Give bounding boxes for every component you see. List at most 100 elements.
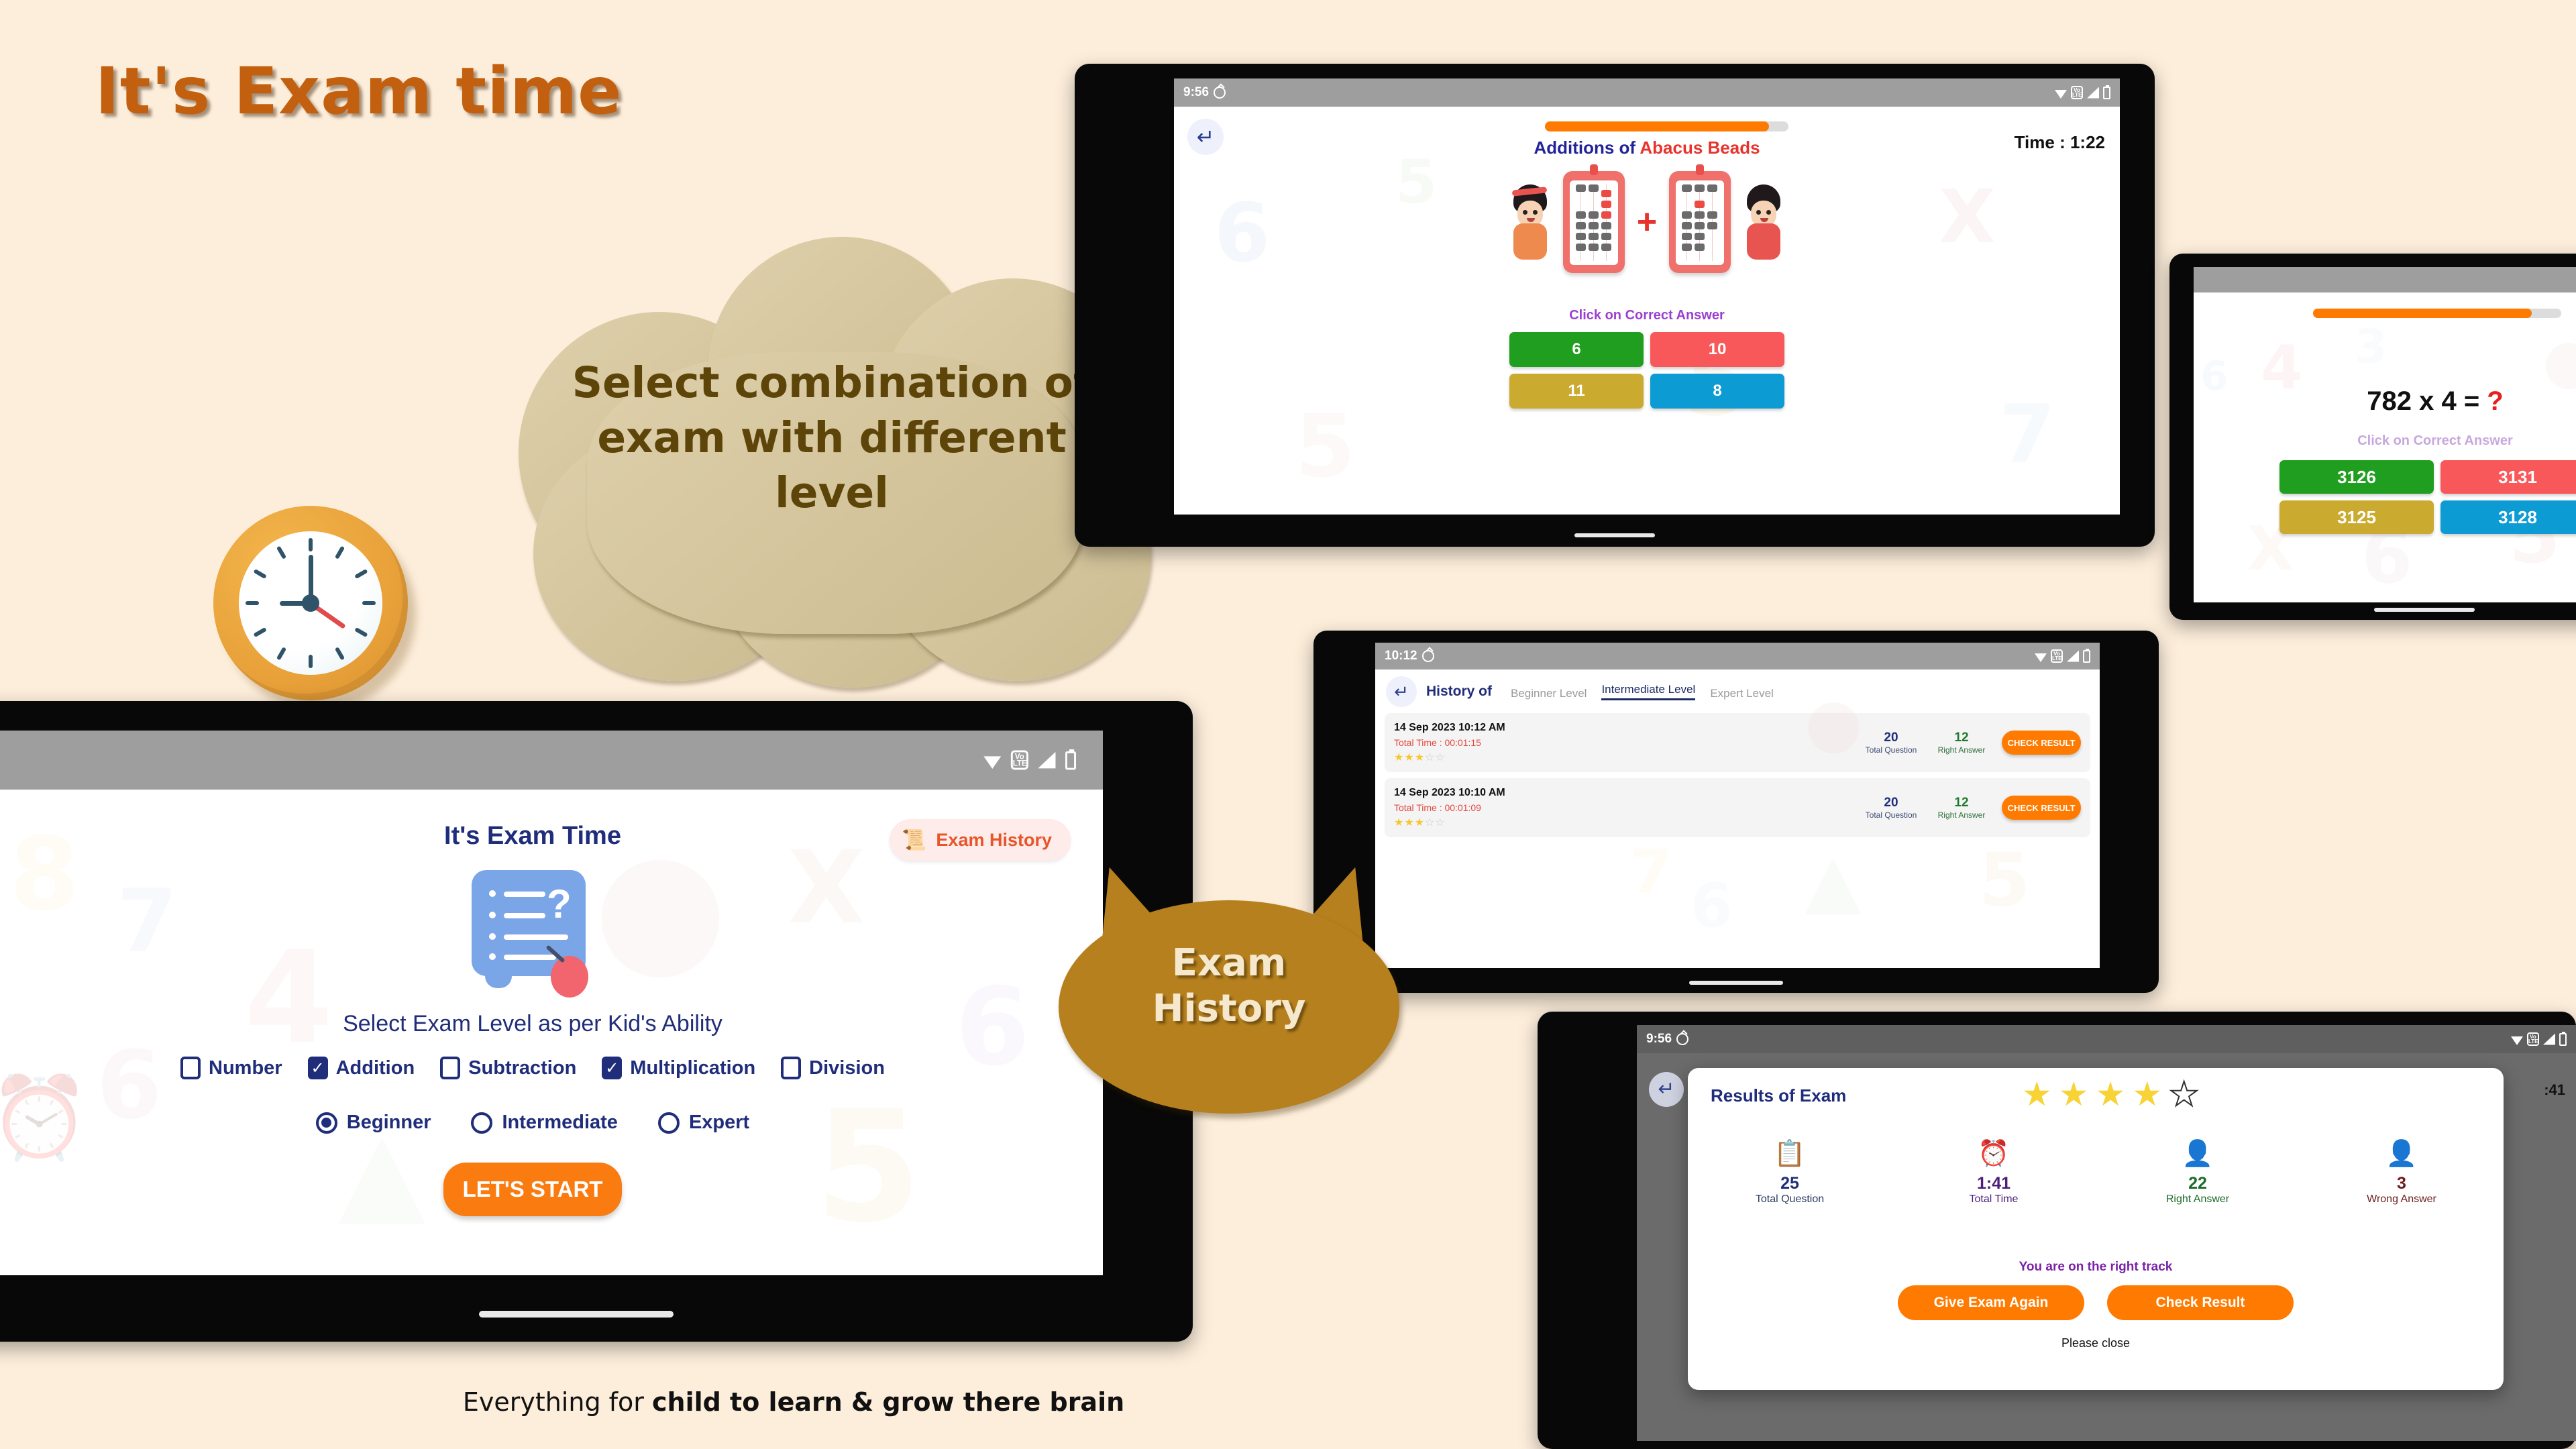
status-time: 9:56 [1183, 85, 1210, 99]
right-answer-icon: 👤 [2182, 1140, 2214, 1168]
battery-icon [1065, 749, 1076, 769]
level-radio-group: Beginner Intermediate Expert [0, 1112, 1103, 1134]
plus-operator: + [1636, 203, 1658, 241]
device-frame-exam-history: 10:12 VoLTE ● 7 ▲ 6 [1313, 631, 2159, 993]
abacus-illustration: + [1174, 164, 2120, 273]
wrong-answer-icon: 👤 [2385, 1140, 2418, 1168]
answer-option-4[interactable]: 3128 [2440, 500, 2576, 534]
star-rating: ★ ★ ★ ★ ★ [1976, 1075, 2245, 1114]
abacus-right [1669, 164, 1731, 273]
clock-bezel [213, 506, 408, 700]
exam-history-label: Exam History [936, 829, 1052, 850]
answer-options: 6 10 11 8 [1509, 332, 1784, 409]
history-total-question: 20 Total Question [1865, 731, 1917, 755]
status-bar: Vo LTE [0, 731, 1103, 790]
callout-text: Exam History [1152, 941, 1306, 1031]
answer-hint: Click on Correct Answer [2357, 433, 2513, 448]
home-indicator-bar [1574, 533, 1655, 537]
answer-option-1[interactable]: 3126 [2279, 460, 2434, 494]
check-result-button[interactable]: CHECK RESULT [2002, 731, 2081, 755]
signal-icon [2543, 1033, 2555, 1045]
tagline-bold: child to learn & grow there brain [651, 1387, 1125, 1417]
screen-home: Vo LTE 8 4 7 6 ● X 6 5 ▲ ⏰ It's Exam Tim… [0, 731, 1103, 1275]
answer-option-3[interactable]: 11 [1509, 374, 1644, 409]
checkbox-label: Division [809, 1057, 885, 1079]
star-icon-filled: ★ [2021, 1075, 2052, 1113]
checkbox-addition[interactable]: ✓ Addition [307, 1057, 415, 1079]
screen-multiplication-quiz: 6 4 3 ● X 6 5 782 x 4 = ? Click on Corre… [2194, 267, 2576, 602]
tagline: Everything for child to learn & grow the… [391, 1387, 1196, 1417]
exam-history-button[interactable]: 📜 Exam History [890, 819, 1071, 861]
screen-abacus-quiz: 9:56 Vo LTE 6 5 X 7 5 ↵ Additions of Aba… [1174, 78, 2120, 515]
answer-option-3[interactable]: 3125 [2279, 500, 2434, 534]
check-result-button[interactable]: CHECK RESULT [2002, 796, 2081, 820]
table-row[interactable]: 14 Sep 2023 10:12 AM Total Time : 00:01:… [1385, 713, 2090, 772]
volte-icon: Vo LTE [2527, 1032, 2539, 1046]
radio-unselected-icon [657, 1112, 680, 1134]
checkbox-unchecked-icon [180, 1057, 201, 1079]
radio-label: Expert [688, 1112, 750, 1133]
star-icon-filled: ★ [2058, 1075, 2089, 1113]
answer-option-2[interactable]: 3131 [2440, 460, 2576, 494]
answer-options: 3126 3131 3125 3128 [2279, 460, 2576, 534]
status-time: 10:12 [1385, 649, 1417, 663]
poster-canvas: It's Exam time Select combination of exa… [0, 0, 2576, 1449]
lets-start-button[interactable]: LET'S START [443, 1163, 622, 1216]
results-stats: 📋 25 Total Question ⏰ 1:41 Total Time 👤 … [1688, 1139, 2504, 1205]
back-button[interactable]: ↵ [1386, 676, 1417, 707]
status-bar [2194, 267, 2576, 292]
progress-bar-fill [2313, 309, 2532, 318]
checkbox-division[interactable]: Division [781, 1057, 885, 1079]
radio-beginner[interactable]: Beginner [315, 1112, 431, 1134]
thought-cloud: Select combination of exam with differen… [506, 225, 1161, 688]
battery-icon [2559, 1031, 2567, 1046]
history-star-rating: ★★★☆☆ [1394, 751, 1446, 763]
checkbox-subtraction[interactable]: Subtraction [440, 1057, 576, 1079]
timer-label: Time : 1:22 [2014, 132, 2105, 152]
history-title: History of [1426, 684, 1493, 699]
history-star-rating: ★★★☆☆ [1394, 816, 1446, 828]
answer-option-1[interactable]: 6 [1509, 332, 1644, 367]
checkbox-label: Multiplication [630, 1057, 756, 1079]
history-date: 14 Sep 2023 10:12 AM [1394, 721, 1505, 733]
status-time: 9:56 [1646, 1032, 1672, 1046]
checkbox-multiplication[interactable]: ✓ Multiplication [602, 1057, 755, 1079]
girl-avatar-icon [1509, 184, 1551, 260]
radio-expert[interactable]: Expert [657, 1112, 750, 1134]
boy-avatar-icon [1743, 184, 1784, 260]
android-bug-icon [1421, 650, 1434, 662]
radio-intermediate[interactable]: Intermediate [471, 1112, 618, 1134]
tab-intermediate-level[interactable]: Intermediate Level [1601, 683, 1696, 700]
wifi-icon [2035, 653, 2047, 662]
checkbox-number[interactable]: Number [180, 1057, 282, 1079]
answer-option-4[interactable]: 8 [1650, 374, 1784, 409]
stat-total-question: 📋 25 Total Question [1688, 1139, 1892, 1205]
checkbox-unchecked-icon [781, 1057, 802, 1079]
status-bar: 9:56 Vo LTE [1174, 78, 2120, 107]
battery-icon [2103, 85, 2110, 99]
star-icon-filled: ★ [2095, 1075, 2126, 1113]
answer-option-2[interactable]: 10 [1650, 332, 1784, 367]
page-title: It's Exam time [95, 54, 623, 129]
radio-selected-icon [315, 1112, 337, 1134]
back-arrow-icon: ↵ [1394, 682, 1409, 702]
star-icon-filled: ★ [2132, 1075, 2163, 1113]
alarm-clock-icon: ⏰ [1978, 1140, 2010, 1168]
history-total-time: Total Time : 00:01:15 [1394, 737, 1481, 748]
android-bug-icon [1214, 87, 1226, 99]
operation-checkbox-group: Number ✓ Addition Subtraction ✓ Multipli… [0, 1057, 1103, 1079]
stat-total-time: ⏰ 1:41 Total Time [1892, 1139, 2096, 1205]
timer-label-partial: :41 [2544, 1081, 2565, 1098]
history-right-answer: 12 Right Answer [1937, 796, 1986, 820]
table-row[interactable]: 14 Sep 2023 10:10 AM Total Time : 00:01:… [1385, 778, 2090, 837]
check-result-button[interactable]: Check Result [2107, 1285, 2294, 1320]
give-exam-again-button[interactable]: Give Exam Again [1898, 1285, 2084, 1320]
wifi-icon [2055, 90, 2067, 99]
volte-icon: Vo LTE [2071, 86, 2083, 99]
tab-beginner-level[interactable]: Beginner Level [1511, 687, 1587, 700]
back-button[interactable]: ↵ [1649, 1072, 1684, 1107]
radio-unselected-icon [471, 1112, 493, 1134]
radio-label: Beginner [346, 1112, 431, 1133]
question-unknown: ? [2487, 386, 2504, 416]
tab-expert-level[interactable]: Expert Level [1710, 687, 1774, 700]
